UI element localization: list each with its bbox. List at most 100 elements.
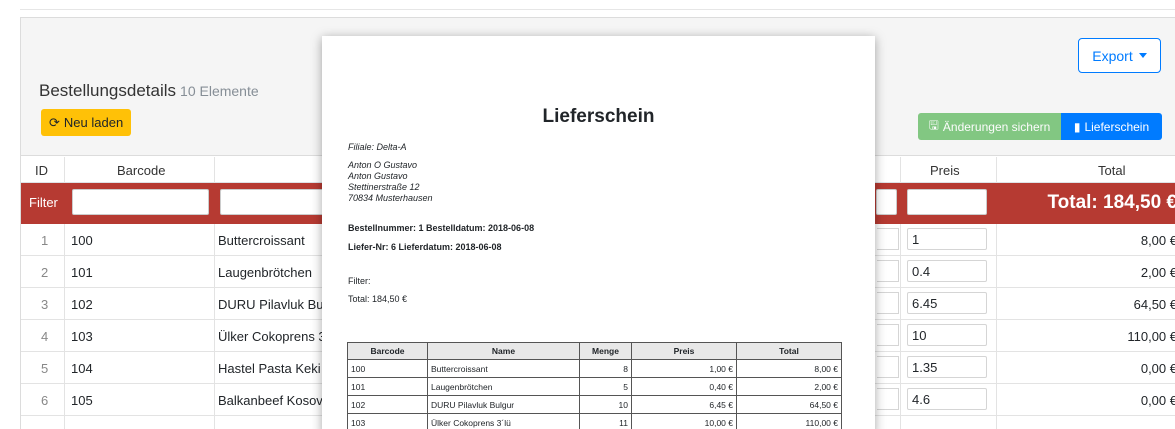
address-line: Anton O Gustavo [348,160,418,170]
page-title: Bestellungsdetails 10 Elemente [39,81,259,101]
header-total: Total [736,342,842,360]
export-label: Export [1092,47,1133,64]
save-changes-button[interactable]: 🖫 Änderungen sichern [918,113,1061,140]
address-line: Stettinerstraße 12 [348,182,420,192]
delivery-note-modal: Lieferschein Filiale: Delta-A Anton O Gu… [322,36,875,429]
cell-name: Laugenbrötchen [427,377,580,396]
preis-input[interactable]: 6.45 [907,292,987,314]
menge-input[interactable] [877,388,899,410]
menge-input[interactable] [877,292,899,314]
cell-barcode: 101 [347,377,428,396]
reload-button[interactable]: ⟳ Neu laden [41,109,132,136]
branch-label: Filiale: Delta-A [348,142,407,152]
row-name: Balkanbeef Kosov [218,393,323,408]
cell-preis: 1,00 € [631,359,737,378]
menge-input[interactable] [877,228,899,250]
cell-total: 64,50 € [736,395,842,414]
menge-input[interactable] [877,324,899,346]
barcode-filter-input[interactable] [72,189,209,215]
cell-name: DURU Pilavluk Bulgur [427,395,580,414]
row-name: Ülker Cokoprens 3 [218,329,326,344]
header-name: Name [427,342,580,360]
preis-input[interactable]: 0.4 [907,260,987,282]
filter-total: Total: 184,50 € [1047,192,1175,213]
save-changes-label: Änderungen sichern [942,119,1051,134]
cell-name: Buttercroissant [427,359,580,378]
menge-input[interactable] [877,356,899,378]
preis-filter-input[interactable] [907,189,987,215]
row-total: 0,00 € [1140,393,1175,408]
top-divider [20,9,1175,10]
row-barcode: 105 [71,393,93,408]
row-total: 110,00 € [1127,329,1175,344]
preis-input[interactable]: 1 [907,228,987,250]
delivery-table: Barcode Name Menge Preis Total 100 Butte… [347,342,842,429]
header-preis: Preis [631,342,737,360]
file-icon: ▮ [1073,119,1081,134]
col-barcode[interactable]: Barcode [117,163,165,178]
row-barcode: 103 [71,329,93,344]
cell-total: 8,00 € [736,359,842,378]
col-total[interactable]: Total [1098,163,1125,178]
row-name: DURU Pilavluk Bul [218,297,327,312]
filter-label: Filter [29,195,58,210]
delivery-slip-button[interactable]: ▮ Lieferschein [1061,113,1162,140]
filter-info: Filter: [348,276,371,286]
row-id: 1 [41,233,49,248]
order-info: Bestellnummer: 1 Bestelldatum: 2018-06-0… [348,223,535,233]
row-total: 64,50 € [1133,297,1175,312]
preis-input[interactable]: 10 [907,324,987,346]
cell-preis: 6,45 € [631,395,737,414]
delivery-row: 102 DURU Pilavluk Bulgur 10 6,45 € 64,50… [347,395,842,414]
row-id: 5 [41,361,49,376]
row-id: 2 [41,265,49,280]
name-filter-input[interactable] [220,189,330,215]
preis-input[interactable]: 1.35 [907,356,987,378]
cell-preis: 10,00 € [631,413,737,429]
floppy-disk-icon: 🖫 [928,118,939,132]
cell-total: 2,00 € [736,377,842,396]
row-barcode: 100 [71,233,93,248]
row-barcode: 104 [71,361,93,376]
total-info: Total: 184,50 € [348,294,408,304]
address-line: Anton Gustavo [348,171,408,181]
cell-total: 110,00 € [736,413,842,429]
cell-preis: 0,40 € [631,377,737,396]
element-count: 10 Elemente [180,83,259,99]
page-title-text: Bestellungsdetails [39,81,177,100]
row-name: Hastel Pasta Keki [218,361,321,376]
col-id[interactable]: ID [35,163,48,178]
col-preis[interactable]: Preis [930,163,960,178]
row-id: 3 [41,297,49,312]
menge-filter-input[interactable] [876,189,897,215]
row-barcode: 101 [71,265,93,280]
header-menge: Menge [579,342,632,360]
row-total: 2,00 € [1140,265,1175,280]
header-barcode: Barcode [347,342,428,360]
row-name: Laugenbrötchen [218,265,312,280]
cell-menge: 5 [579,377,632,396]
row-barcode: 102 [71,297,93,312]
cell-barcode: 100 [347,359,428,378]
cell-barcode: 103 [347,413,428,429]
cell-name: Ülker Cokoprens 3´lü [427,413,580,429]
cell-menge: 8 [579,359,632,378]
delivery-row: 101 Laugenbrötchen 5 0,40 € 2,00 € [347,377,842,396]
row-total: 8,00 € [1140,233,1175,248]
caret-down-icon [1138,53,1147,58]
cell-menge: 11 [579,413,632,429]
cell-barcode: 102 [347,395,428,414]
address-line: 70834 Musterhausen [348,193,433,203]
delivery-info: Liefer-Nr: 6 Lieferdatum: 2018-06-08 [348,242,502,252]
delivery-table-header: Barcode Name Menge Preis Total [347,342,842,360]
row-total: 0,00 € [1140,361,1175,376]
refresh-icon: ⟳ [49,114,60,130]
row-id: 4 [41,329,49,344]
export-button[interactable]: Export [1078,38,1161,73]
preis-input[interactable]: 4.6 [907,388,987,410]
row-name: Buttercroissant [218,233,305,248]
cell-menge: 10 [579,395,632,414]
menge-input[interactable] [877,260,899,282]
modal-title: Lieferschein [542,106,655,127]
delivery-row: 100 Buttercroissant 8 1,00 € 8,00 € [347,359,842,378]
